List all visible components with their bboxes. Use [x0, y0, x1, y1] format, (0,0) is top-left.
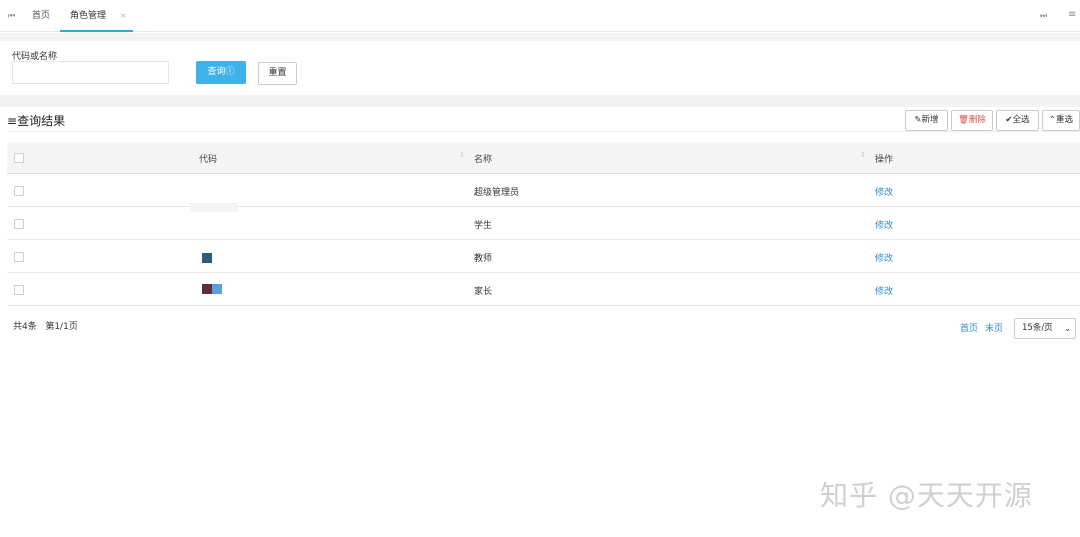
first-page-link[interactable]: 首页 — [960, 321, 978, 334]
header-action: 操作 — [875, 155, 894, 165]
result-title: ≡查询结果 — [7, 112, 65, 129]
tab-menu-icon[interactable]: ≡ — [1068, 9, 1076, 20]
name-cell: 教师 — [474, 254, 493, 264]
page-size-select[interactable]: 15条/页 ⌄ — [1014, 318, 1076, 339]
table-row: 家长 修改 — [7, 273, 1080, 306]
last-tab-icon[interactable]: ⏭ — [1040, 11, 1047, 21]
delete-button[interactable]: 🗑删除 — [951, 110, 993, 131]
divider — [0, 33, 1080, 41]
tab-home-label: 首页 — [32, 11, 51, 21]
edit-link[interactable]: 修改 — [875, 218, 893, 231]
page-info: 第1/1页 — [45, 322, 78, 332]
table-header: 代码 ⇕ 名称 ⇕ 操作 — [7, 142, 1080, 174]
pencil-icon: ✎ — [914, 115, 922, 125]
tab-role-management[interactable]: 角色管理 × — [60, 0, 133, 32]
page-size-value: 15条/页 — [1022, 323, 1053, 333]
edit-link[interactable]: 修改 — [875, 185, 893, 198]
table-row: 学生 修改 — [7, 207, 1080, 240]
chevron-down-icon: ⌄ — [1064, 324, 1071, 333]
watermark: 知乎 @天天开源 — [820, 479, 1033, 512]
pagination-summary: 共4条 第1/1页 — [13, 319, 78, 332]
search-panel: 代码或名称 查询ⓘ 重置 — [0, 41, 1080, 95]
row-checkbox[interactable] — [14, 285, 24, 295]
row-checkbox[interactable] — [14, 219, 24, 229]
reselect-button-label: 重选 — [1056, 115, 1074, 125]
table-row: 教师 修改 — [7, 240, 1080, 273]
check-icon: ✔ — [1005, 115, 1013, 125]
tab-role-management-label: 角色管理 — [70, 11, 107, 21]
tab-home[interactable]: 首页 — [32, 0, 50, 32]
search-input[interactable] — [12, 61, 169, 84]
redaction-mark — [212, 284, 222, 294]
name-cell: 超级管理员 — [474, 188, 520, 198]
table-row: 超级管理员 修改 — [7, 174, 1080, 207]
name-cell: 家长 — [474, 287, 493, 297]
row-checkbox[interactable] — [14, 186, 24, 196]
last-page-link[interactable]: 末页 — [985, 321, 1003, 334]
query-icon: ⓘ — [225, 67, 235, 77]
header-code[interactable]: 代码 — [199, 152, 217, 165]
select-all-button[interactable]: ✔全选 — [996, 110, 1039, 131]
result-title-text: 查询结果 — [17, 114, 66, 128]
query-button-label: 查询 — [207, 67, 226, 77]
add-button[interactable]: ✎新增 — [905, 110, 948, 131]
select-all-checkbox[interactable] — [14, 153, 24, 163]
delete-button-label: 删除 — [968, 115, 986, 125]
sort-icon[interactable]: ⇕ — [459, 151, 465, 159]
add-button-label: 新增 — [921, 115, 939, 125]
edit-link[interactable]: 修改 — [875, 284, 893, 297]
sort-icon[interactable]: ⇕ — [860, 151, 866, 159]
query-button[interactable]: 查询ⓘ — [196, 61, 246, 84]
name-cell: 学生 — [474, 221, 493, 231]
list-icon: ≡ — [7, 114, 18, 128]
redaction-mark — [202, 284, 212, 294]
chevron-up-icon: ⌃ — [1048, 115, 1057, 125]
header-name[interactable]: 名称 — [474, 152, 492, 165]
reselect-button[interactable]: ⌃重选 — [1042, 110, 1080, 131]
tab-bar: ⏮ 首页 角色管理 × ⏭ ≡ — [0, 0, 1080, 32]
reset-button[interactable]: 重置 — [258, 62, 297, 85]
divider — [7, 131, 1080, 132]
total-count: 共4条 — [13, 322, 37, 332]
redaction-mark — [190, 203, 238, 212]
redaction-mark — [202, 253, 212, 263]
trash-icon: 🗑 — [958, 115, 969, 125]
close-tab-icon[interactable]: × — [120, 11, 127, 20]
divider — [0, 95, 1080, 107]
first-tab-icon[interactable]: ⏮ — [8, 11, 15, 21]
edit-link[interactable]: 修改 — [875, 251, 893, 264]
select-all-button-label: 全选 — [1012, 115, 1030, 125]
row-checkbox[interactable] — [14, 252, 24, 262]
